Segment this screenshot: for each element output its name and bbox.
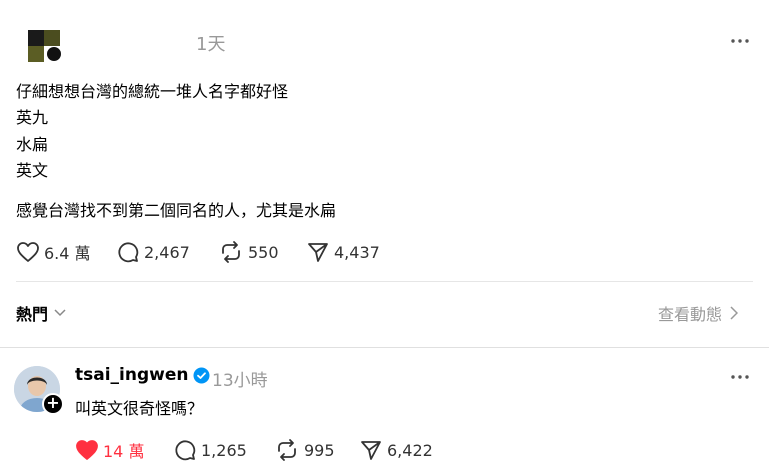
post-timestamp: 13小時: [212, 371, 268, 391]
divider: [0, 347, 769, 348]
more-icon[interactable]: [729, 366, 751, 388]
reply-button[interactable]: 2,467: [116, 240, 190, 264]
reply-text: 叫英文很奇怪嗎？: [75, 399, 204, 418]
comment-icon: [118, 242, 139, 263]
like-count: 6.4 萬: [44, 244, 91, 263]
follow-plus-icon[interactable]: +: [42, 393, 64, 415]
post-text-line: 仔細想想台灣的總統一堆人名字都好怪: [16, 82, 289, 101]
username-row[interactable]: tsai_ingwen: [75, 365, 210, 385]
repost-button[interactable]: 550: [218, 240, 279, 264]
post-text-line: 英文: [16, 161, 49, 180]
more-icon[interactable]: [729, 30, 751, 52]
like-button[interactable]: 14 萬: [75, 438, 144, 462]
share-button[interactable]: 4,437: [306, 240, 380, 264]
sort-label: 熱門: [16, 305, 49, 324]
username[interactable]: tsai_ingwen: [75, 365, 188, 385]
like-button[interactable]: 6.4 萬: [16, 240, 91, 264]
reply-count: 1,265: [201, 440, 247, 460]
share-count: 4,437: [334, 242, 380, 262]
share-icon: [361, 441, 381, 460]
reply-count: 2,467: [144, 242, 190, 262]
verified-badge-icon: [193, 367, 210, 383]
view-activity-label: 查看動態: [658, 305, 723, 324]
repost-button[interactable]: 995: [274, 438, 335, 462]
repost-icon: [278, 439, 296, 461]
view-activity-link[interactable]: 查看動態: [658, 301, 739, 325]
post-timestamp: 1天: [196, 34, 226, 55]
post-text-line: 水扁: [16, 135, 49, 154]
heart-icon: [76, 440, 98, 460]
share-button[interactable]: 6,422: [359, 438, 433, 462]
post-text-line: 感覺台灣找不到第二個同名的人，尤其是水扁: [16, 201, 337, 220]
repost-count: 995: [304, 440, 335, 460]
chevron-right-icon: [730, 306, 739, 320]
share-count: 6,422: [387, 440, 433, 460]
share-icon: [308, 243, 328, 262]
sort-dropdown[interactable]: 熱門: [16, 301, 66, 325]
chevron-down-icon: [54, 309, 66, 317]
avatar[interactable]: [28, 30, 64, 62]
reply-button[interactable]: 1,265: [173, 438, 247, 462]
heart-icon: [17, 242, 39, 262]
repost-icon: [222, 241, 240, 263]
like-count: 14 萬: [103, 442, 145, 461]
post-text-line: 英九: [16, 108, 49, 127]
divider: [16, 281, 753, 282]
repost-count: 550: [248, 242, 279, 262]
comment-icon: [175, 440, 196, 461]
